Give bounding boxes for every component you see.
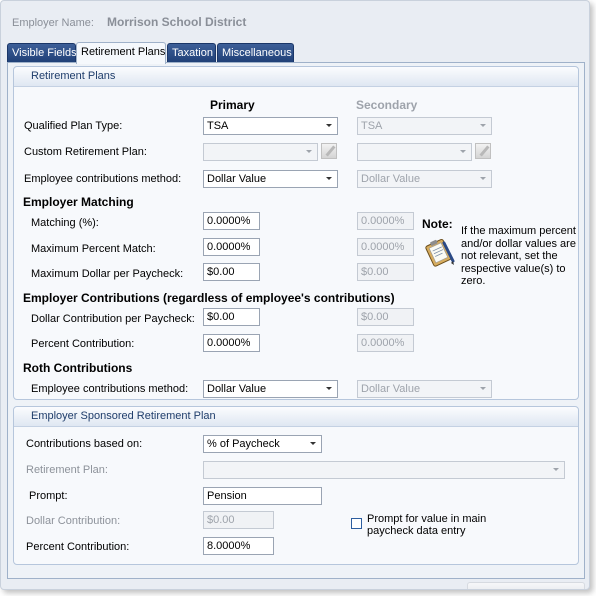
clipboard-pencil-icon (425, 238, 455, 267)
prompt-for-value-label: Prompt for value in main paycheck data e… (367, 513, 487, 537)
sponsored-plan-group: Employer Sponsored Retirement Plan Contr… (13, 406, 579, 565)
dollar-contribution-label: Dollar Contribution: (26, 515, 121, 527)
percent-contribution-label: Percent Contribution: (31, 338, 135, 350)
retirement-plans-group: Retirement Plans Primary Secondary Quali… (13, 66, 579, 400)
roth-method-primary-select[interactable]: Dollar Value (203, 380, 338, 398)
prompt-input[interactable]: Pension (203, 487, 322, 505)
chevron-down-icon (553, 468, 559, 471)
dollar-contribution-per-paycheck-label: Dollar Contribution per Paycheck: (31, 313, 195, 325)
max-percent-match-label: Maximum Percent Match: (31, 243, 156, 255)
prompt-label: Prompt: (29, 490, 68, 502)
roth-method-secondary-select[interactable]: Dollar Value (357, 380, 492, 398)
max-dollar-per-paycheck-label: Maximum Dollar per Paycheck: (31, 268, 184, 280)
custom-retirement-plan-label: Custom Retirement Plan: (24, 146, 147, 158)
edit-custom-plan-secondary-button[interactable] (475, 143, 491, 159)
dollar-contribution-secondary-input[interactable]: $0.00 (357, 308, 414, 326)
prompt-for-value-checkbox[interactable] (351, 518, 362, 529)
roth-method-primary-value: Dollar Value (207, 383, 267, 395)
employee-contrib-method-primary-value: Dollar Value (207, 173, 267, 185)
contributions-based-on-value: % of Paycheck (207, 438, 280, 450)
dollar-contribution-primary-input[interactable]: $0.00 (203, 308, 260, 326)
percent-contribution-label: Percent Contribution: (26, 541, 130, 553)
employer-name-value: Morrison School District (107, 15, 247, 29)
retirement-plan-select[interactable] (203, 461, 565, 479)
chevron-down-icon (326, 387, 332, 390)
qualified-plan-type-secondary-value: TSA (361, 120, 383, 132)
employee-contrib-method-secondary-select[interactable]: Dollar Value (357, 170, 492, 188)
max-percent-match-secondary-input[interactable]: 0.0000% (357, 238, 414, 256)
chevron-down-icon (480, 177, 486, 180)
custom-retirement-plan-primary-select[interactable] (203, 143, 318, 161)
employer-contributions-heading: Employer Contributions (regardless of em… (23, 291, 395, 305)
chevron-down-icon (480, 124, 486, 127)
employer-name-label: Employer Name: (12, 17, 94, 29)
qualified-plan-type-secondary-select[interactable]: TSA (357, 117, 492, 135)
group-title: Retirement Plans (14, 67, 578, 87)
group-title: Employer Sponsored Retirement Plan (14, 407, 578, 427)
pencil-icon (479, 145, 490, 157)
qualified-plan-type-primary-select[interactable]: TSA (203, 117, 338, 135)
edit-custom-plan-primary-button[interactable] (321, 143, 337, 159)
employee-contrib-method-label: Employee contributions method: (24, 173, 182, 185)
contributions-based-on-select[interactable]: % of Paycheck (203, 435, 322, 453)
roth-method-secondary-value: Dollar Value (361, 383, 421, 395)
matching-percent-label: Matching (%): (31, 217, 99, 229)
roth-contributions-heading: Roth Contributions (23, 361, 133, 375)
tab-miscellaneous[interactable]: Miscellaneous (217, 43, 294, 63)
employee-contrib-method-primary-select[interactable]: Dollar Value (203, 170, 338, 188)
pencil-icon (325, 145, 336, 157)
max-dollar-per-paycheck-primary-input[interactable]: $0.00 (203, 263, 260, 281)
retirement-plan-label: Retirement Plan: (26, 464, 108, 476)
employee-contrib-method-secondary-value: Dollar Value (361, 173, 421, 185)
matching-percent-secondary-input[interactable]: 0.0000% (357, 212, 414, 230)
dollar-contribution-input[interactable]: $0.00 (203, 511, 274, 529)
tab-taxation[interactable]: Taxation (167, 43, 216, 63)
secondary-column-header: Secondary (356, 98, 418, 112)
chevron-down-icon (326, 124, 332, 127)
max-dollar-per-paycheck-secondary-input[interactable]: $0.00 (357, 263, 414, 281)
employer-matching-heading: Employer Matching (23, 195, 134, 209)
note-text: If the maximum percent and/or dollar val… (461, 225, 576, 287)
roth-method-label: Employee contributions method: (31, 383, 189, 395)
tab-visible-fields[interactable]: Visible Fields (7, 43, 77, 63)
matching-percent-primary-input[interactable]: 0.0000% (203, 212, 260, 230)
percent-contribution-secondary-input[interactable]: 0.0000% (357, 334, 414, 352)
primary-column-header: Primary (210, 98, 255, 112)
employer-settings-window: Employer Name: Morrison School District … (0, 0, 590, 590)
dialog-footer-button[interactable] (467, 582, 585, 589)
retirement-plans-panel: Retirement Plans Primary Secondary Quali… (7, 62, 585, 579)
chevron-down-icon (306, 150, 312, 153)
qualified-plan-type-primary-value: TSA (207, 120, 229, 132)
percent-contribution-primary-input[interactable]: 0.0000% (203, 334, 260, 352)
chevron-down-icon (460, 150, 466, 153)
tab-retirement-plans[interactable]: Retirement Plans (76, 42, 166, 64)
note-title: Note: (422, 217, 453, 231)
max-percent-match-primary-input[interactable]: 0.0000% (203, 238, 260, 256)
custom-retirement-plan-secondary-select[interactable] (357, 143, 472, 161)
chevron-down-icon (310, 442, 316, 445)
qualified-plan-type-label: Qualified Plan Type: (24, 120, 123, 132)
percent-contribution-input[interactable]: 8.0000% (203, 537, 274, 555)
chevron-down-icon (326, 177, 332, 180)
contributions-based-on-label: Contributions based on: (26, 438, 143, 450)
chevron-down-icon (480, 387, 486, 390)
